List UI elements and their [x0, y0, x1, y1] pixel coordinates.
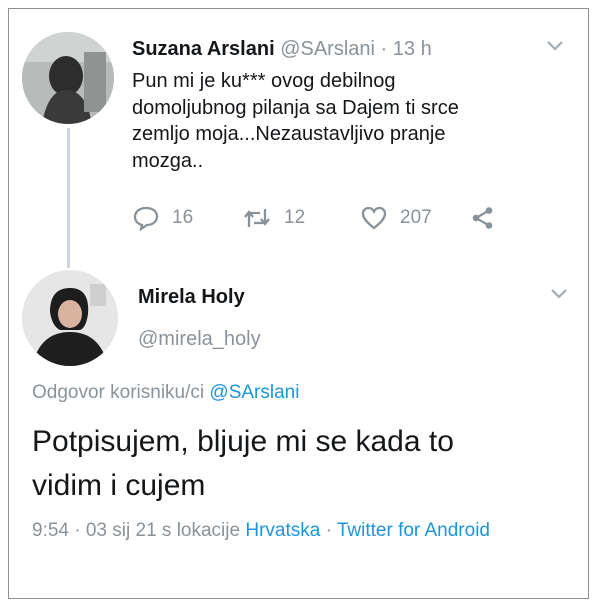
reply-context-label: Odgovor korisniku/ci	[32, 382, 205, 403]
avatar-suzana-arslani[interactable]	[22, 32, 114, 124]
tweet1-author-handle[interactable]: @SArslani	[280, 38, 375, 60]
like-button[interactable]: 207	[360, 205, 432, 231]
share-button[interactable]	[470, 205, 496, 231]
reply-context: Odgovor korisniku/ci @SArslani	[32, 382, 299, 404]
retweet-button[interactable]: 12	[242, 205, 305, 231]
share-icon	[470, 205, 496, 231]
retweet-count: 12	[284, 207, 306, 228]
tweet1-separator: ·	[380, 38, 388, 60]
retweet-icon	[242, 205, 272, 231]
tweet2-author-name[interactable]: Mirela Holy	[138, 286, 245, 309]
tweet1-timestamp[interactable]: 13 h	[393, 38, 432, 60]
tweet2-location[interactable]: Hrvatska	[245, 520, 320, 541]
like-count: 207	[400, 207, 432, 228]
heart-icon	[360, 205, 388, 231]
tweet2-timestamp[interactable]: 9:54 · 03 sij 21 s lokacije	[32, 520, 240, 541]
reply-button[interactable]: 16	[132, 205, 193, 231]
tweet1-text: Pun mi je ku*** ovog debilnog domoljubno…	[132, 70, 459, 172]
chevron-down-icon[interactable]	[546, 36, 564, 57]
tweet2-text: Potpisujem, bljuje mi se kada to vidim i…	[32, 425, 454, 502]
thread-connector-line	[67, 128, 70, 268]
tweet1-header: Suzana Arslani @SArslani · 13 h	[132, 38, 432, 61]
chevron-down-icon[interactable]	[550, 284, 568, 305]
tweet1-action-bar: 16 12 207	[132, 205, 512, 237]
reply-icon	[132, 205, 160, 231]
meta-separator: ·	[320, 520, 337, 541]
tweet2-meta: 9:54 · 03 sij 21 s lokacije Hrvatska · T…	[32, 516, 552, 546]
avatar-mirela-holy[interactable]	[22, 270, 118, 366]
tweet2-client[interactable]: Twitter for Android	[337, 520, 490, 541]
reply-context-handle[interactable]: @SArslani	[209, 382, 299, 403]
tweet1-author-name[interactable]: Suzana Arslani	[132, 38, 275, 60]
reply-count: 16	[172, 207, 194, 228]
tweet2-author-handle[interactable]: @mirela_holy	[138, 328, 261, 351]
